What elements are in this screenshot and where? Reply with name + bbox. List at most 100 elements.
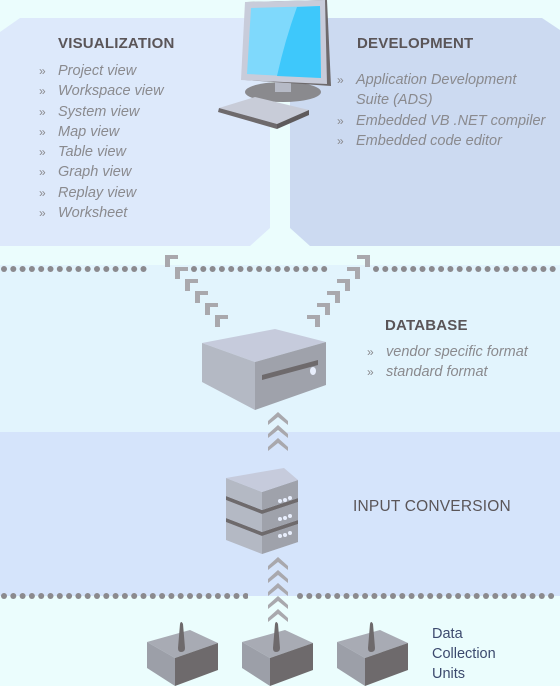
dot [19,266,26,272]
visualization-item: » Replay view [39,183,164,203]
dot [242,593,248,599]
bullet-icon: » [39,165,46,180]
dot [168,593,175,599]
dot [306,593,313,599]
dot [529,593,536,599]
dot [445,593,452,599]
bullet-icon: » [337,113,344,128]
dot [284,266,290,272]
dot [140,593,147,599]
dot [224,593,231,599]
bullet-icon: » [367,365,374,380]
dot [149,593,156,599]
dot [492,593,499,599]
dot [256,266,263,272]
dot [94,266,100,272]
dot [473,593,480,599]
dot [466,266,472,272]
dot [103,593,110,599]
dot [503,266,510,272]
dot [233,593,240,599]
dot [417,593,424,599]
visualization-item: » System view [39,102,164,122]
dot [483,593,489,599]
visualization-item: » Graph view [39,162,164,182]
visualization-item: » Workspace view [39,81,164,101]
dot [540,266,547,272]
dot [371,593,378,599]
bullet-icon: » [337,133,344,148]
dot [38,593,45,599]
layer-separator [0,592,248,600]
bullet-icon: » [337,73,344,87]
dot [66,593,73,599]
arrow-up-icon [268,557,288,622]
dot [214,593,221,599]
dot [464,593,471,599]
dot [246,266,253,272]
bullet-icon: » [39,64,46,78]
development-heading: DEVELOPMENT [357,35,474,52]
database-item: » vendor specific format [367,342,528,362]
dot [121,266,128,272]
database-list: » vendor specific format » standard format [367,342,528,383]
dot [274,266,281,272]
dot [196,593,203,599]
dot [47,266,54,272]
bullet-icon: » [39,145,46,160]
dot [84,593,91,599]
development-item: » Embedded code editor [337,131,547,151]
dot [438,266,445,272]
data-collection-units-label: Data Collection Units [432,626,496,682]
dot [549,266,556,272]
data-collection-unit-icon [337,622,408,686]
dot [205,593,212,599]
visualization-item: » Table view [39,142,164,162]
visualization-item: » Project view [39,61,164,81]
layer-separator [0,265,150,273]
dot [362,593,369,599]
bullet-icon: » [39,185,46,200]
dot [382,266,389,272]
dot [428,266,435,272]
dot [548,593,555,599]
layer-separator [372,265,560,273]
dot [475,266,482,272]
dot [177,593,184,599]
dotted-line-icon [1,266,147,272]
layer-separator [296,592,560,600]
dot [315,593,322,599]
dot [19,593,26,599]
input-conversion-heading: INPUT CONVERSION [353,498,511,515]
dot [47,593,54,599]
dot [531,266,538,272]
bullet-icon: » [367,345,374,359]
dot [324,593,331,599]
dot [521,266,528,272]
dot [94,593,100,599]
dot [131,266,138,272]
dot [436,593,443,599]
dot [66,266,73,272]
data-collection-unit-icon [147,622,218,686]
dot [380,593,387,599]
dot [112,593,119,599]
dot [538,593,545,599]
development-item: » Application Development Suite (ADS) [337,72,517,109]
dot [456,266,463,272]
dot [140,266,147,272]
dot [512,266,519,272]
dot [447,266,454,272]
dot [419,266,426,272]
dot [10,266,17,272]
database-heading: DATABASE [385,317,468,334]
dot [400,266,407,272]
dot [112,266,119,272]
dot [38,266,45,272]
arrow-up-icon [268,412,288,451]
dot [493,266,500,272]
dot [297,593,303,599]
dot [334,593,341,599]
dot [408,593,415,599]
dot [520,593,527,599]
